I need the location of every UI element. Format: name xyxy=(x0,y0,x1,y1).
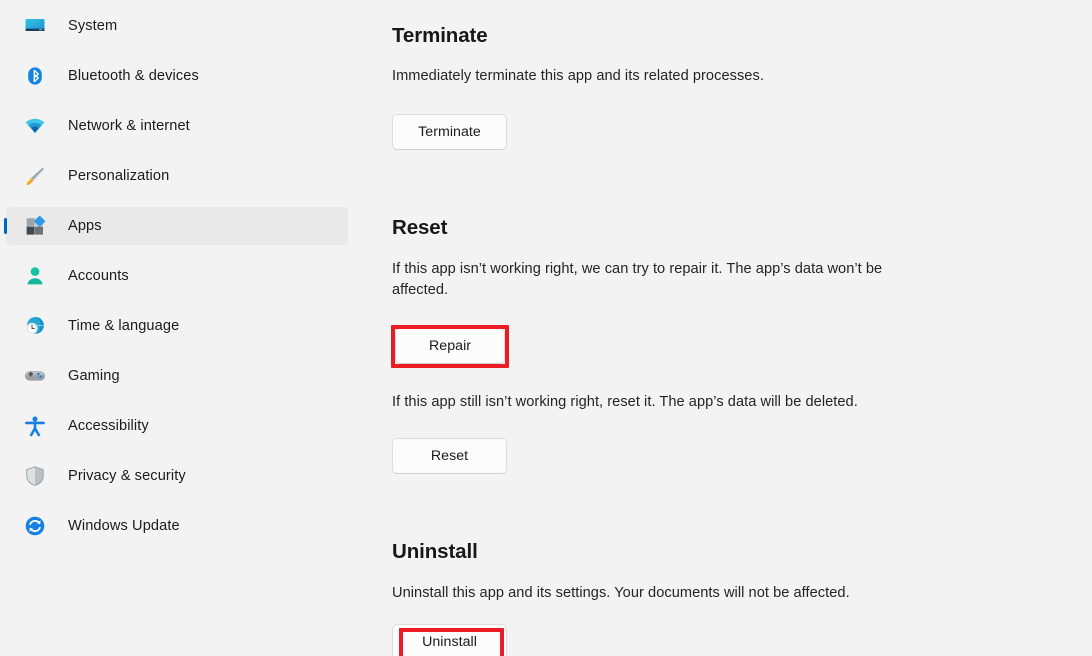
settings-content-pane: Terminate Immediately terminate this app… xyxy=(360,0,1092,656)
wifi-icon xyxy=(24,115,46,137)
sidebar-item-label: Gaming xyxy=(68,368,120,384)
sidebar-item-label: Time & language xyxy=(68,318,180,334)
sidebar-item-label: Apps xyxy=(68,218,102,234)
sidebar-item-privacy-security[interactable]: Privacy & security xyxy=(6,457,348,495)
repair-description: If this app isn’t working right, we can … xyxy=(392,261,883,298)
person-icon xyxy=(24,265,46,287)
monitor-icon xyxy=(24,15,46,37)
sidebar-item-apps[interactable]: Apps xyxy=(4,207,348,245)
repair-button[interactable]: Repair xyxy=(395,328,505,364)
sidebar-item-system[interactable]: System xyxy=(6,7,348,45)
terminate-section-description: Immediately terminate this app and its r… xyxy=(392,68,764,84)
sidebar-item-label: Accounts xyxy=(68,268,129,284)
reset-description: If this app still isn’t working right, r… xyxy=(392,394,858,410)
uninstall-button[interactable]: Uninstall xyxy=(392,624,507,656)
sidebar-item-label: Windows Update xyxy=(68,518,180,534)
uninstall-section-title: Uninstall xyxy=(392,540,478,563)
sidebar-item-network-internet[interactable]: Network & internet xyxy=(6,107,348,145)
settings-window: System Bluetooth & devices Network & int… xyxy=(0,0,1092,656)
sidebar-item-time-language[interactable]: Time & language xyxy=(6,307,348,345)
sidebar-item-bluetooth-devices[interactable]: Bluetooth & devices xyxy=(6,57,348,95)
sidebar-item-label: Accessibility xyxy=(68,418,149,434)
reset-section-title: Reset xyxy=(392,216,448,239)
terminate-button[interactable]: Terminate xyxy=(392,114,507,150)
sidebar-item-label: Network & internet xyxy=(68,118,190,134)
sidebar-item-label: Personalization xyxy=(68,168,170,184)
sidebar-item-label: Bluetooth & devices xyxy=(68,68,199,84)
apps-grid-icon xyxy=(24,215,46,237)
uninstall-description: Uninstall this app and its settings. You… xyxy=(392,585,850,601)
reset-button[interactable]: Reset xyxy=(392,438,507,474)
sidebar-item-label: Privacy & security xyxy=(68,468,186,484)
sidebar-item-accessibility[interactable]: Accessibility xyxy=(6,407,348,445)
sidebar-item-label: System xyxy=(68,18,118,34)
bluetooth-icon xyxy=(24,65,46,87)
settings-sidebar: System Bluetooth & devices Network & int… xyxy=(0,0,360,656)
accessibility-icon xyxy=(24,415,46,437)
terminate-section-title: Terminate xyxy=(392,24,488,47)
sidebar-item-windows-update[interactable]: Windows Update xyxy=(6,507,348,545)
sidebar-item-gaming[interactable]: Gaming xyxy=(6,357,348,395)
paintbrush-icon xyxy=(24,165,46,187)
shield-icon xyxy=(24,465,46,487)
selection-indicator xyxy=(4,218,7,234)
sidebar-item-personalization[interactable]: Personalization xyxy=(6,157,348,195)
gamepad-icon xyxy=(24,365,46,387)
sidebar-item-accounts[interactable]: Accounts xyxy=(6,257,348,295)
clock-globe-icon xyxy=(24,315,46,337)
update-refresh-icon xyxy=(24,515,46,537)
